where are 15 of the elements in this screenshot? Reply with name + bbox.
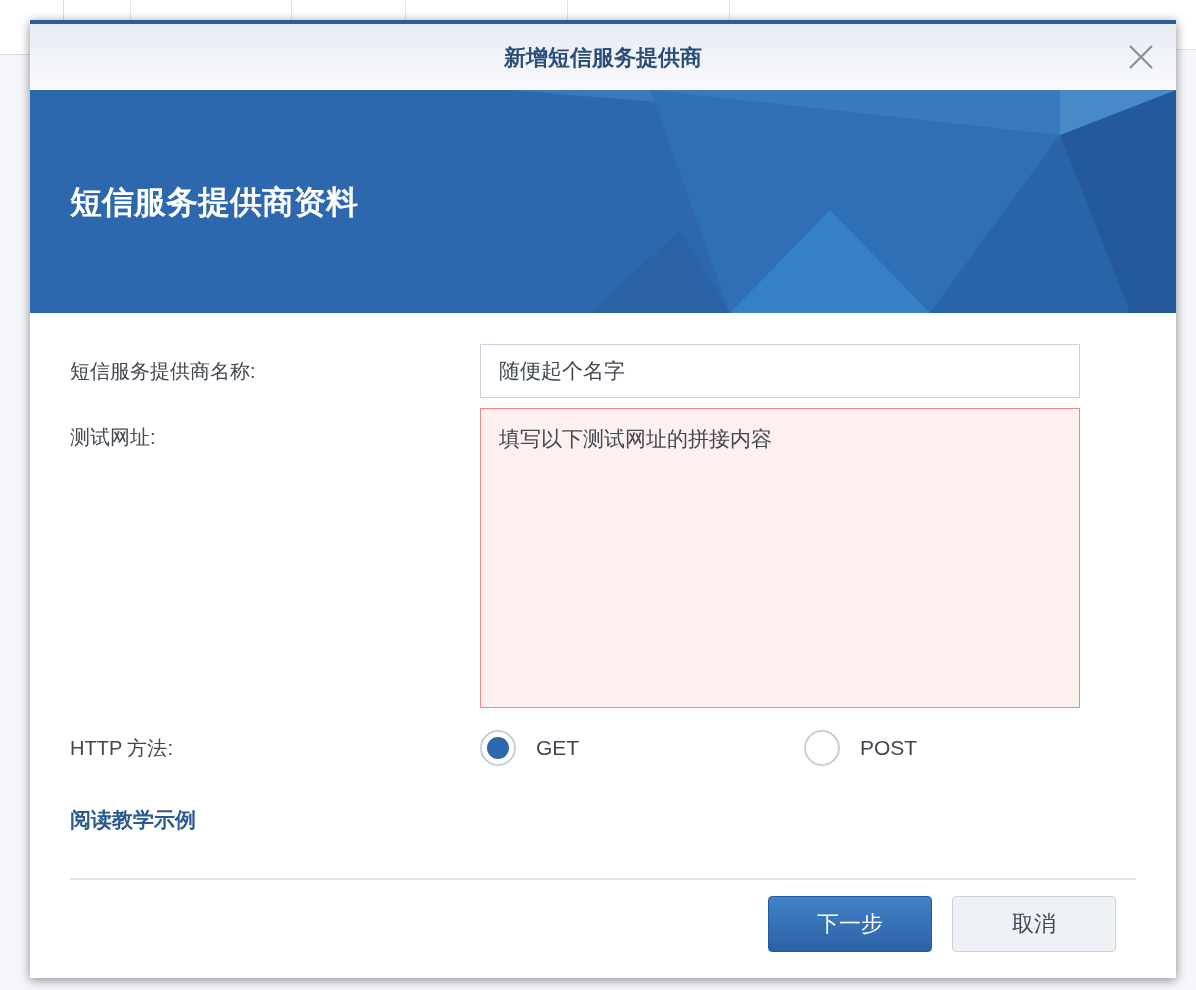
field-label: 测试网址: [70,425,157,450]
dialog-title: 新增短信服务提供商 [504,43,702,72]
name-input-field[interactable]: 随便起个名字 [480,344,1080,398]
radio-button[interactable] [480,730,516,766]
radio-option[interactable]: GET [480,730,804,766]
next-button[interactable]: 下一步 [768,895,932,952]
url-text-area[interactable]: 填写以下测试网址的拼接内容 [480,408,1080,708]
cancel-button[interactable]: 取消 [952,895,1116,952]
close-icon[interactable] [1128,44,1154,70]
field-label: 短信服务提供商名称: [70,359,257,384]
radio-button[interactable] [804,730,840,766]
tutorial-link[interactable]: 阅读教学示例 [70,804,196,836]
banner-title: 短信服务提供商资料 [70,182,358,222]
field-label: HTTP 方法: [70,736,174,761]
radio-option[interactable]: POST [804,730,1128,766]
